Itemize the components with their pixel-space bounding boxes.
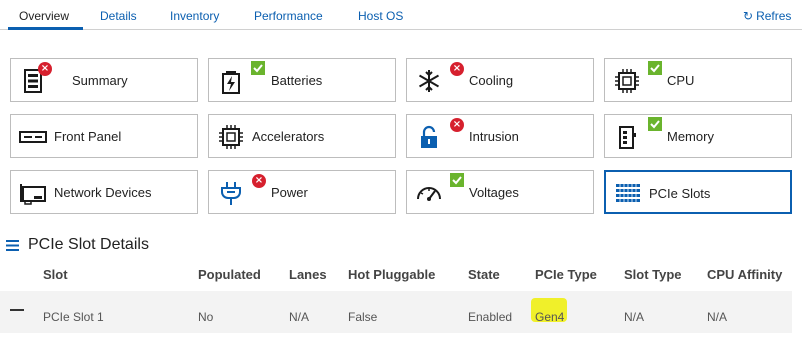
tile-intrusion-label: Intrusion [469,129,519,144]
pcie-slots-icon [616,184,640,202]
tab-performance[interactable]: Performance [254,9,323,23]
tile-power[interactable]: × Power [208,170,396,214]
tile-memory-label: Memory [667,129,714,144]
check-badge-icon [450,173,464,187]
refresh-label: Refres [756,9,792,23]
tile-voltages-label: Voltages [469,185,519,200]
tile-cpu-label: CPU [667,73,695,88]
column-header-state[interactable]: State [468,267,500,282]
tile-front-panel-label: Front Panel [54,129,122,144]
check-badge-icon [648,117,662,131]
active-tab-indicator [8,27,83,30]
tile-cpu[interactable]: CPU [604,58,792,102]
cell-cpu-affinity: N/A [707,310,728,324]
cpu-icon [615,69,639,93]
tile-front-panel[interactable]: Front Panel [10,114,198,158]
check-badge-icon [251,61,265,75]
column-header-hot-pluggable[interactable]: Hot Pluggable [348,267,435,282]
tile-pcie-slots-label: PCIe Slots [649,186,711,201]
table-row[interactable] [0,291,792,333]
column-header-cpu-affinity[interactable]: CPU Affinity [707,267,782,282]
column-header-pcie-type[interactable]: PCIe Type [535,267,597,282]
column-header-lanes[interactable]: Lanes [289,267,327,282]
column-header-slot-type[interactable]: Slot Type [624,267,682,282]
tab-inventory[interactable]: Inventory [170,9,219,23]
tab-overview[interactable]: Overview [19,9,69,23]
refresh-icon: ↻ [743,9,754,23]
tab-details[interactable]: Details [100,9,137,23]
tile-accelerators-label: Accelerators [252,129,325,144]
front-panel-icon [19,131,47,143]
tile-summary-label: Summary [72,73,128,88]
error-badge-icon: × [450,62,464,76]
tile-batteries-label: Batteries [271,73,323,88]
cell-populated: No [198,310,214,324]
network-card-icon [20,184,46,205]
column-header-populated[interactable]: Populated [198,267,261,282]
gauge-icon [417,187,441,201]
error-badge-icon: × [450,118,464,132]
refresh-button[interactable]: ↻ Refres [743,9,791,23]
cell-slot-type: N/A [624,310,645,324]
tile-cooling-label: Cooling [469,73,514,88]
snowflake-icon [418,70,440,92]
tile-network-devices-label: Network Devices [54,185,152,200]
accelerator-chip-icon [219,125,243,149]
check-badge-icon [648,61,662,75]
error-badge-icon: × [38,62,52,76]
tab-host-os[interactable]: Host OS [358,9,403,23]
tab-bar: Overview Details Inventory Performance H… [0,0,802,30]
list-icon [6,240,19,251]
cell-state: Enabled [468,310,513,324]
tile-voltages[interactable]: Voltages [406,170,594,214]
collapse-row-icon[interactable] [10,309,24,311]
memory-icon [619,126,636,149]
tile-intrusion[interactable]: × Intrusion [406,114,594,158]
cell-pcie-type: Gen4 [535,310,565,324]
tile-pcie-slots[interactable]: PCIe Slots [604,170,792,214]
tile-summary[interactable]: × Summary [10,58,198,102]
error-badge-icon: × [252,174,266,188]
cell-slot: PCIe Slot 1 [43,310,104,324]
cell-hot-pluggable: False [348,310,378,324]
tile-power-label: Power [271,185,308,200]
tile-accelerators[interactable]: Accelerators [208,114,396,158]
padlock-icon [421,125,437,148]
power-plug-icon [221,182,241,205]
tile-batteries[interactable]: Batteries [208,58,396,102]
cell-lanes: N/A [289,310,310,324]
column-header-slot[interactable]: Slot [43,267,68,282]
tile-cooling[interactable]: × Cooling [406,58,594,102]
tile-network-devices[interactable]: Network Devices [10,170,198,214]
tile-memory[interactable]: Memory [604,114,792,158]
battery-icon [222,71,240,94]
section-title-text: PCIe Slot Details [28,236,149,253]
